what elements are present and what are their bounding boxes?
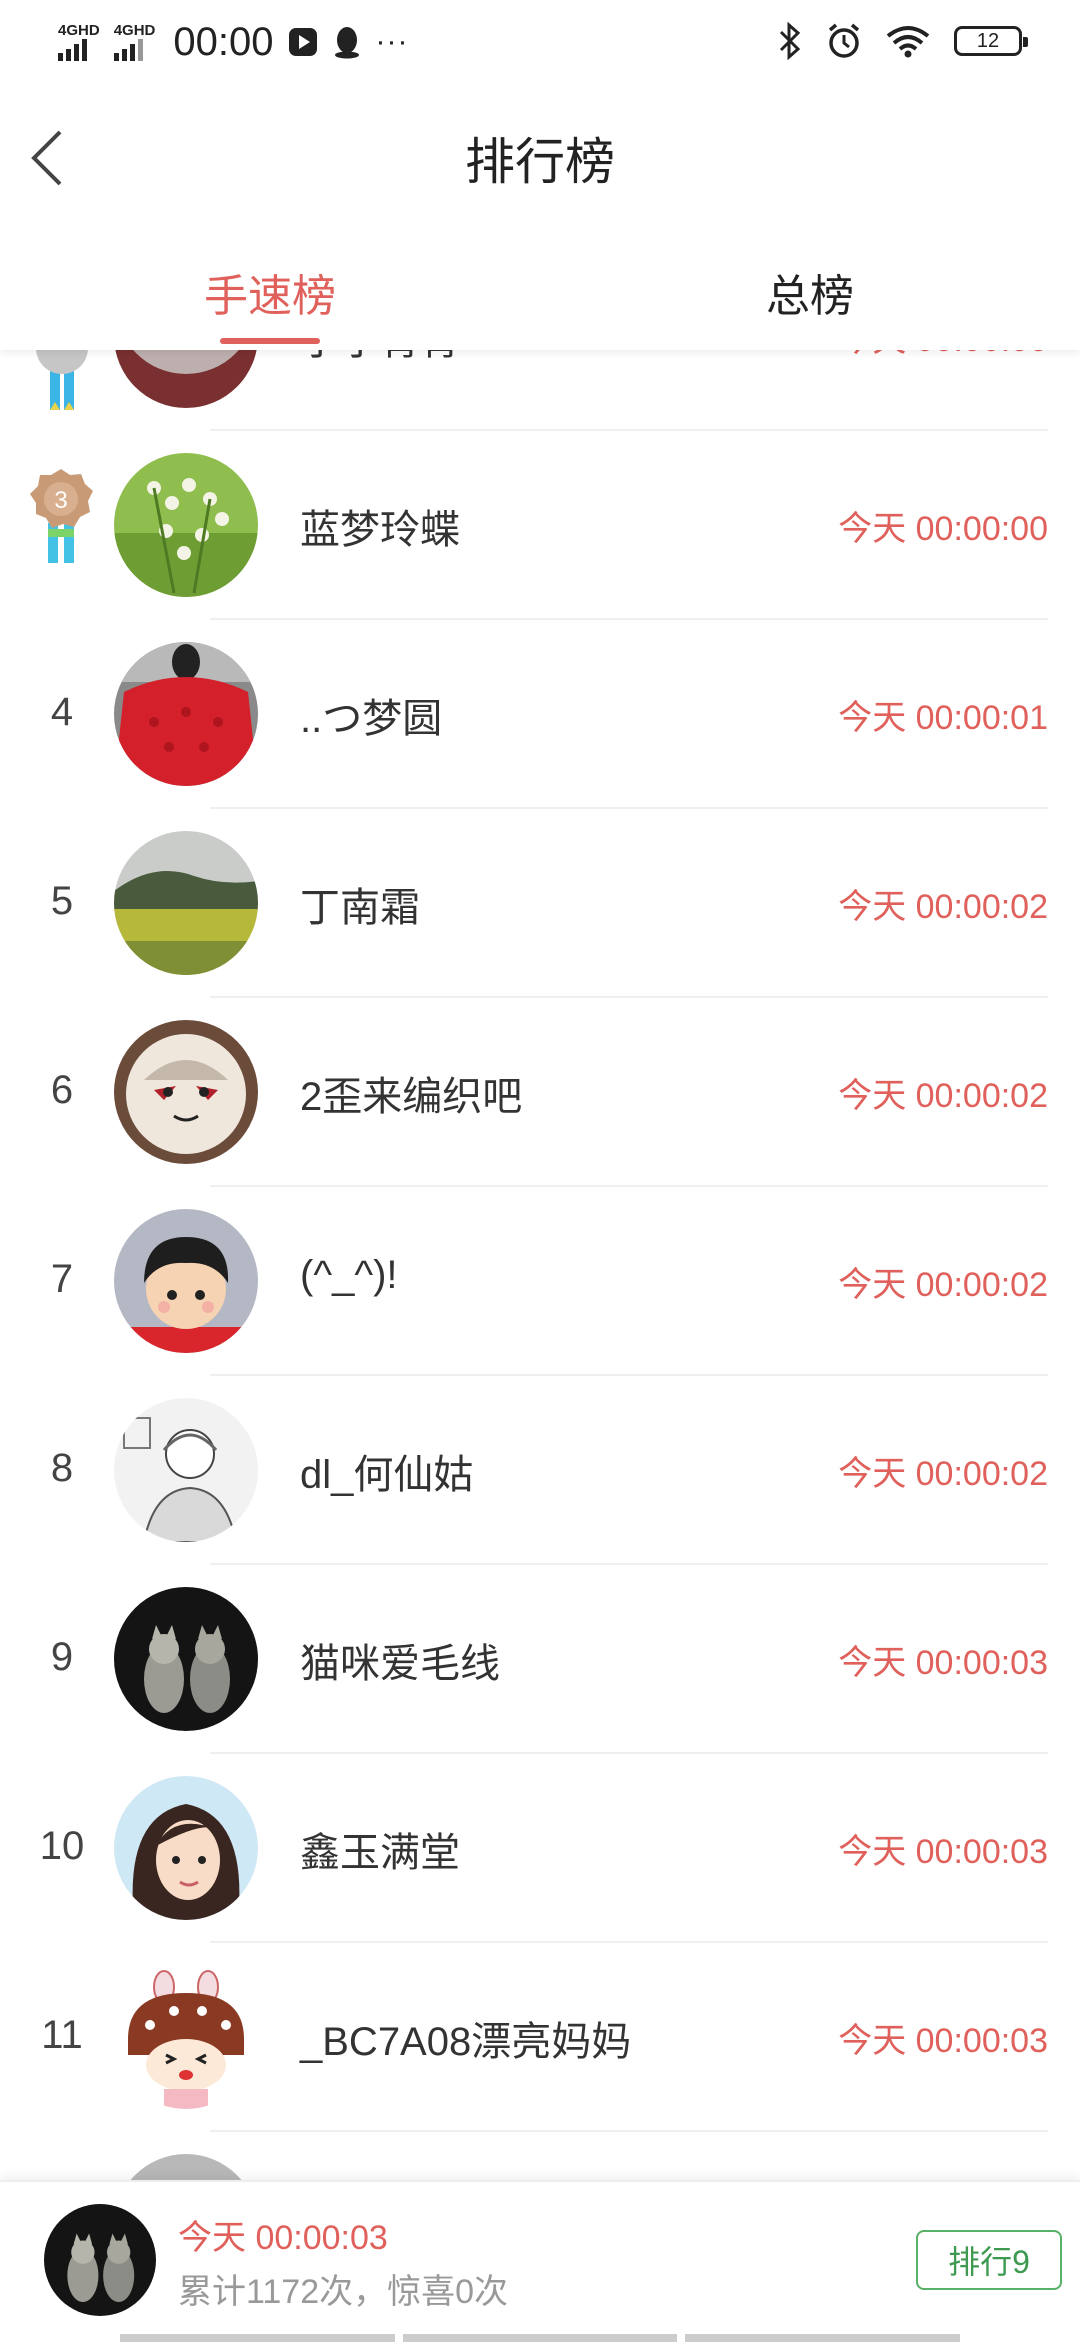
avatar[interactable] [114, 453, 258, 597]
more-notifications-icon: ··· [375, 25, 409, 58]
rank-number: 4 [50, 690, 74, 734]
record-time: 今天 00:00:00 [838, 510, 1048, 548]
alarm-icon [826, 23, 862, 59]
svg-text:3: 3 [54, 487, 67, 514]
avatar[interactable] [114, 1209, 258, 1353]
user-name: ..つ梦圆 [300, 697, 443, 741]
record-time: 今天 00:00:03 [838, 1644, 1048, 1682]
record-time: 今天 00:00:03 [838, 2022, 1048, 2060]
silver-medal-icon [30, 350, 94, 427]
list-item[interactable]: 11 _BC7A08漂亮妈妈 今天 00:00:03 [0, 1943, 1080, 2132]
rank-number: 9 [50, 1635, 74, 1679]
record-time: 今天 00:00:01 [838, 699, 1048, 737]
user-name: _BC7A08漂亮妈妈 [300, 2020, 632, 2064]
user-name: 猫咪爱毛线 [300, 1642, 500, 1686]
list-item[interactable]: 5 丁南霜 今天 00:00:02 [0, 809, 1080, 998]
record-time: 今天 00:00:02 [838, 1077, 1048, 1115]
rank-number: 7 [50, 1257, 74, 1301]
signal-icon: 4GHD [58, 23, 100, 61]
qq-penguin-icon [333, 25, 361, 59]
list-item[interactable]: 7 (^_^)! 今天 00:00:02 [0, 1187, 1080, 1376]
my-record-time: 今天 00:00:03 [178, 2219, 388, 2257]
bluetooth-icon [778, 22, 802, 60]
list-item[interactable]: 3 蓝梦玲蝶 今天 00:00:00 [0, 431, 1080, 620]
user-name: 蓝梦玲蝶 [300, 508, 460, 552]
avatar[interactable] [114, 350, 258, 408]
wifi-icon [886, 24, 930, 58]
avatar[interactable] [114, 1776, 258, 1920]
rank-number: 8 [50, 1446, 74, 1490]
signal-label: 4GHD [113, 22, 156, 39]
avatar[interactable] [114, 1965, 258, 2109]
list-item[interactable]: 8 dl_何仙姑 今天 00:00:02 [0, 1376, 1080, 1565]
rank-number: 6 [50, 1068, 74, 1112]
record-time: 今天 00:00:02 [838, 1455, 1048, 1493]
avatar[interactable] [114, 2154, 258, 2180]
tab-speed-ranking[interactable]: 手速榜 [204, 260, 336, 324]
rank-number: 10 [39, 1824, 85, 1868]
avatar[interactable] [114, 1587, 258, 1731]
bronze-medal-icon: 3 [28, 467, 94, 582]
user-name: (^_^)! [300, 1253, 398, 1297]
list-item[interactable]: 9 猫咪爱毛线 今天 00:00:03 [0, 1565, 1080, 1754]
bottom-indicator [120, 2334, 961, 2342]
record-time: 今天 00:00:02 [838, 1266, 1048, 1304]
signal-icon: 4GHD [113, 22, 156, 61]
rank-number: 11 [41, 2013, 83, 2057]
tab-bar: 手速榜 总榜 [0, 226, 1080, 350]
user-name: 丁南霜 [300, 886, 420, 930]
user-name: 小小青青 [300, 350, 460, 366]
my-rank-button[interactable]: 排行9 [916, 2230, 1062, 2290]
page-title: 排行榜 [465, 134, 615, 190]
record-time: 今天 00:00:00 [838, 350, 1048, 361]
user-name: dl_何仙姑 [300, 1453, 474, 1497]
signal-label: 4GHD [58, 22, 100, 39]
list-item[interactable]: 6 2歪来编织吧 今天 00:00:02 [0, 998, 1080, 1187]
list-item[interactable]: 4 ..つ梦圆 今天 00:00:01 [0, 620, 1080, 809]
record-time: 今天 00:00:03 [838, 1833, 1048, 1871]
avatar[interactable] [114, 1020, 258, 1164]
avatar[interactable] [114, 831, 258, 975]
status-bar: 4GHD 4GHD 00:00 ··· 12 [0, 0, 1080, 86]
rank-number: 5 [50, 879, 74, 923]
list-item[interactable]: 小小青青 今天 00:00:00 [0, 350, 1080, 431]
tab-overall-ranking[interactable]: 总榜 [766, 260, 854, 324]
list-item[interactable] [0, 2132, 1080, 2180]
my-stats: 累计1172次，惊喜0次 [178, 2273, 509, 2311]
my-rank-bar: 今天 00:00:03 累计1172次，惊喜0次 排行9 [0, 2180, 1080, 2342]
user-name: 2歪来编织吧 [300, 1075, 523, 1119]
clock: 00:00 [173, 20, 274, 64]
avatar[interactable] [114, 642, 258, 786]
record-time: 今天 00:00:02 [838, 888, 1048, 926]
list-item[interactable]: 10 鑫玉满堂 今天 00:00:03 [0, 1754, 1080, 1943]
avatar[interactable] [114, 1398, 258, 1542]
my-avatar[interactable] [44, 2204, 156, 2316]
ranking-list[interactable]: 小小青青 今天 00:00:00 3 蓝梦玲蝶 今天 00:00:00 4 ..… [0, 350, 1080, 2180]
active-tab-indicator [220, 338, 320, 344]
app-header: 排行榜 [0, 86, 1080, 226]
video-icon [287, 26, 319, 58]
user-name: 鑫玉满堂 [300, 1831, 460, 1875]
battery-icon: 12 [954, 26, 1028, 56]
